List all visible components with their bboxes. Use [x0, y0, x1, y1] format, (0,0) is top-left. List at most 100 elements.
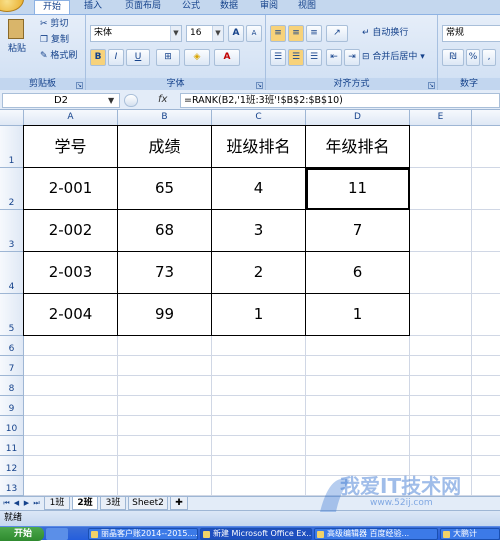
row-header-1[interactable]: 1 — [0, 126, 24, 168]
quick-launch-icon[interactable] — [46, 528, 68, 540]
clipboard-launcher[interactable]: ↘ — [76, 82, 83, 89]
fill-color-button[interactable]: ◈ — [184, 49, 210, 66]
row-header-9[interactable]: 9 — [0, 396, 24, 416]
row-header-5[interactable]: 5 — [0, 294, 24, 336]
taskbar-item-4[interactable]: 大鹏计 — [440, 528, 500, 540]
column-header-f[interactable]: F — [472, 110, 500, 126]
sheet-tab-sheet2[interactable]: Sheet2 — [128, 497, 168, 510]
table-header-c[interactable]: 班级排名 — [212, 126, 306, 168]
formula-bar-circle-button[interactable] — [124, 94, 138, 107]
shrink-font-button[interactable]: A — [246, 25, 262, 42]
grow-font-button[interactable]: A — [228, 25, 244, 42]
row-header-11[interactable]: 11 — [0, 436, 24, 456]
name-box[interactable]: D2 — [2, 93, 120, 108]
italic-button[interactable]: I — [108, 49, 124, 66]
align-left-button[interactable]: ☰ — [270, 49, 286, 66]
table-cell-d2[interactable]: 11 — [306, 168, 410, 210]
insert-sheet-icon[interactable]: ✚ — [170, 497, 188, 510]
start-button[interactable]: 开始 — [0, 527, 44, 541]
bold-button[interactable]: B — [90, 49, 106, 66]
column-header-e[interactable]: E — [410, 110, 472, 126]
last-sheet-icon[interactable]: ⏭ — [32, 498, 41, 509]
table-cell-c4[interactable]: 2 — [212, 252, 306, 294]
column-header-c[interactable]: C — [212, 110, 306, 126]
table-cell-a2[interactable]: 2-001 — [24, 168, 118, 210]
sheet-tab-3[interactable]: 3班 — [100, 497, 126, 510]
column-header-a[interactable]: A — [24, 110, 118, 126]
table-cell-a3[interactable]: 2-002 — [24, 210, 118, 252]
formula-input[interactable]: =RANK(B2,'1班:3班'!$B$2:$B$10) — [180, 93, 500, 108]
taskbar-item-1[interactable]: 丽晶客户账2014--2015.... — [88, 528, 198, 540]
number-format-select[interactable]: 常规 — [442, 25, 500, 42]
table-cell-b5[interactable]: 99 — [118, 294, 212, 336]
cut-button[interactable]: ✂ 剪切 — [40, 17, 68, 31]
row-header-7[interactable]: 7 — [0, 356, 24, 376]
row-header-10[interactable]: 10 — [0, 416, 24, 436]
border-button[interactable]: ⊞ — [156, 49, 180, 66]
orientation-button[interactable]: ↗ — [326, 25, 348, 42]
tab-review[interactable]: 审阅 — [254, 0, 284, 14]
wrap-text-button[interactable]: ↵ 自动换行 — [362, 26, 408, 40]
alignment-launcher[interactable]: ↘ — [428, 82, 435, 89]
prev-sheet-icon[interactable]: ◀ — [12, 498, 21, 509]
table-cell-b4[interactable]: 73 — [118, 252, 212, 294]
align-middle-button[interactable]: ≡ — [288, 25, 304, 42]
table-cell-c5[interactable]: 1 — [212, 294, 306, 336]
table-cell-d3[interactable]: 7 — [306, 210, 410, 252]
decrease-indent-button[interactable]: ⇤ — [326, 49, 342, 66]
table-cell-b2[interactable]: 65 — [118, 168, 212, 210]
tab-view[interactable]: 视图 — [292, 0, 322, 14]
row-header-8[interactable]: 8 — [0, 376, 24, 396]
format-painter-button[interactable]: ✎ 格式刷 — [40, 49, 77, 63]
column-header-b[interactable]: B — [118, 110, 212, 126]
first-sheet-icon[interactable]: ⏮ — [2, 498, 11, 509]
tab-page-layout[interactable]: 页面布局 — [118, 0, 168, 14]
merge-center-button[interactable]: ⊟ 合并后居中 ▾ — [362, 50, 425, 64]
table-cell-a4[interactable]: 2-003 — [24, 252, 118, 294]
align-top-button[interactable]: ≡ — [270, 25, 286, 42]
align-bottom-button[interactable]: ≡ — [306, 25, 322, 42]
tab-home[interactable]: 开始 — [34, 0, 70, 14]
tab-data[interactable]: 数据 — [214, 0, 244, 14]
row-header-6[interactable]: 6 — [0, 336, 24, 356]
font-name-select[interactable]: 宋体 ▼ — [90, 25, 182, 42]
align-right-button[interactable]: ☰ — [306, 49, 322, 66]
comma-button[interactable]: , — [482, 49, 496, 66]
align-center-button[interactable]: ☰ — [288, 49, 304, 66]
font-color-button[interactable]: A — [214, 49, 240, 66]
currency-button[interactable]: ₪ — [442, 49, 464, 66]
taskbar-item-2[interactable]: 新建 Microsoft Office Ex... — [200, 528, 312, 540]
increase-indent-button[interactable]: ⇥ — [344, 49, 360, 66]
table-cell-c3[interactable]: 3 — [212, 210, 306, 252]
paste-icon[interactable] — [8, 19, 24, 39]
chevron-down-icon[interactable]: ▼ — [108, 96, 114, 105]
paste-button[interactable]: 粘贴 — [8, 42, 26, 56]
underline-button[interactable]: U — [126, 49, 150, 66]
copy-button[interactable]: ❐ 复制 — [40, 33, 69, 47]
tab-formulas[interactable]: 公式 — [176, 0, 206, 14]
row-header-13[interactable]: 13 — [0, 476, 24, 496]
percent-button[interactable]: % — [466, 49, 480, 66]
select-all-corner[interactable] — [0, 110, 24, 126]
table-cell-c2[interactable]: 4 — [212, 168, 306, 210]
sheet-tab-1[interactable]: 1班 — [44, 497, 70, 510]
next-sheet-icon[interactable]: ▶ — [22, 498, 31, 509]
row-header-4[interactable]: 4 — [0, 252, 24, 294]
table-cell-a5[interactable]: 2-004 — [24, 294, 118, 336]
tab-insert[interactable]: 插入 — [78, 0, 108, 14]
taskbar-item-3[interactable]: 高级编辑器 百度经验... — [314, 528, 438, 540]
table-cell-d5[interactable]: 1 — [306, 294, 410, 336]
sheet-tab-2[interactable]: 2班 — [72, 497, 98, 510]
table-cell-d4[interactable]: 6 — [306, 252, 410, 294]
fx-icon[interactable]: fx — [158, 94, 167, 105]
column-header-d[interactable]: D — [306, 110, 410, 126]
table-header-b[interactable]: 成绩 — [118, 126, 212, 168]
font-launcher[interactable]: ↘ — [256, 82, 263, 89]
table-header-a[interactable]: 学号 — [24, 126, 118, 168]
table-cell-b3[interactable]: 68 — [118, 210, 212, 252]
font-size-select[interactable]: 16 ▼ — [186, 25, 224, 42]
row-header-12[interactable]: 12 — [0, 456, 24, 476]
table-header-d[interactable]: 年级排名 — [306, 126, 410, 168]
row-header-3[interactable]: 3 — [0, 210, 24, 252]
row-header-2[interactable]: 2 — [0, 168, 24, 210]
